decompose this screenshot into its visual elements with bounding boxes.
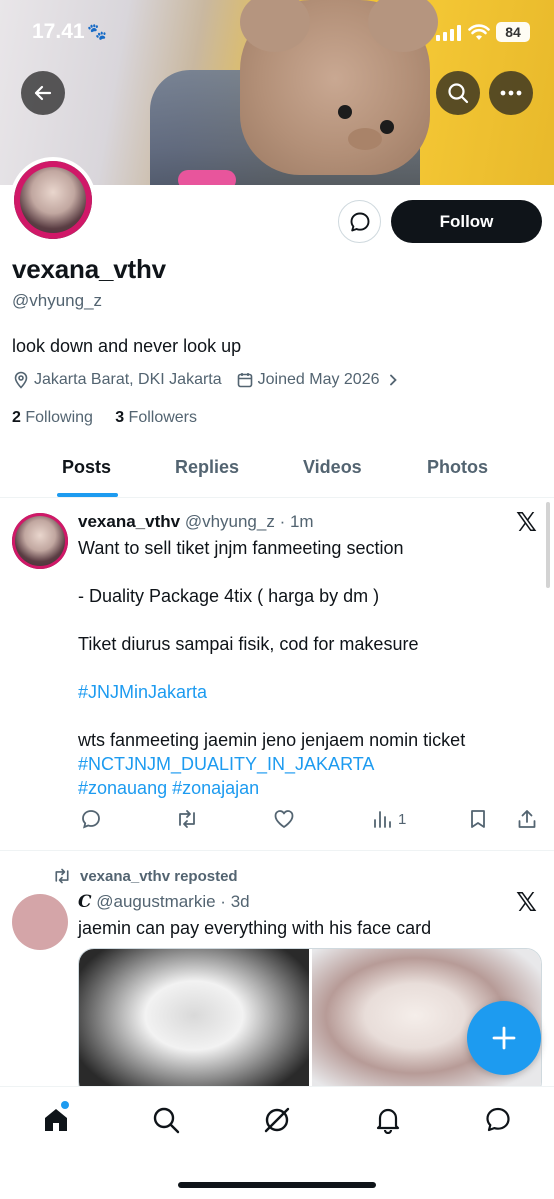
search-icon bbox=[448, 83, 469, 104]
followers-link[interactable]: 3 Followers bbox=[115, 409, 197, 426]
repost-button[interactable] bbox=[175, 808, 199, 830]
x-logo-icon: 𝕏 bbox=[516, 888, 537, 918]
tweet-line: wts fanmeeting jaemin jeno jenjaem nomin… bbox=[78, 730, 466, 750]
profile-handle: @vhyung_z bbox=[12, 291, 103, 310]
chevron-right-icon bbox=[389, 374, 397, 386]
hashtag-link[interactable]: #zonajajan bbox=[172, 778, 259, 798]
tweet-author-handle[interactable]: @augustmarkie bbox=[96, 892, 215, 911]
media-photo[interactable] bbox=[79, 949, 312, 1097]
profile-bio: look down and never look up bbox=[12, 336, 242, 356]
tab-replies[interactable]: Replies bbox=[175, 457, 239, 478]
x-logo-icon: 𝕏 bbox=[516, 508, 537, 538]
tweet-time[interactable]: 1m bbox=[290, 512, 314, 531]
hashtag-link[interactable]: #zonauang bbox=[78, 778, 167, 798]
tweet-line: Want to sell tiket jnjm fanmeeting secti… bbox=[78, 538, 404, 558]
location-item: Jakarta Barat, DKI Jakarta bbox=[12, 371, 222, 389]
hashtag-link[interactable]: #JNJMinJakarta bbox=[78, 680, 538, 704]
tweet-divider bbox=[0, 850, 554, 851]
share-button[interactable] bbox=[516, 808, 538, 830]
repost-indicator[interactable]: vexana_vthv reposted bbox=[52, 867, 238, 885]
following-count: 2 bbox=[12, 409, 21, 426]
profile-meta: Jakarta Barat, DKI Jakarta Joined May 20… bbox=[12, 371, 418, 389]
tab-posts[interactable]: Posts bbox=[62, 457, 111, 478]
tweet-header: 𝑪 @augustmarkie · 3d bbox=[78, 892, 250, 912]
location-text: Jakarta Barat, DKI Jakarta bbox=[34, 371, 222, 388]
status-time: 17.41 bbox=[32, 20, 85, 43]
tweet-avatar[interactable] bbox=[12, 894, 68, 950]
follow-counts: 2 Following 3 Followers bbox=[12, 409, 197, 427]
tweet-avatar[interactable] bbox=[12, 513, 68, 569]
calendar-icon bbox=[237, 373, 252, 388]
chat-bubble-icon bbox=[350, 212, 369, 231]
nav-grok[interactable] bbox=[260, 1103, 294, 1137]
message-button[interactable] bbox=[338, 200, 381, 243]
active-tab-indicator bbox=[57, 493, 118, 497]
home-icon bbox=[45, 1109, 67, 1131]
tweet-line: - Duality Package 4tix ( harga by dm ) bbox=[78, 586, 380, 606]
following-link[interactable]: 2 Following bbox=[12, 409, 93, 426]
back-button[interactable] bbox=[21, 71, 65, 115]
bookmark-icon bbox=[471, 810, 485, 828]
banner-pink-object bbox=[178, 170, 236, 185]
bookmark-button[interactable] bbox=[467, 808, 489, 830]
search-button[interactable] bbox=[436, 71, 480, 115]
more-dots-icon bbox=[500, 90, 522, 96]
tab-photos[interactable]: Photos bbox=[427, 457, 488, 478]
more-options-button[interactable] bbox=[489, 71, 533, 115]
tweet-text[interactable]: jaemin can pay everything with his face … bbox=[78, 916, 538, 940]
profile-avatar[interactable] bbox=[10, 157, 96, 243]
signal-icon bbox=[436, 25, 461, 41]
tweet-author-handle[interactable]: @vhyung_z bbox=[185, 512, 275, 531]
views-count: 1 bbox=[398, 810, 407, 828]
search-icon bbox=[153, 1107, 180, 1134]
repost-label: vexana_vthv reposted bbox=[80, 867, 238, 885]
paw-icon: 🐾 bbox=[87, 24, 107, 41]
repost-icon bbox=[55, 868, 69, 884]
bottom-navigation bbox=[0, 1086, 554, 1199]
location-pin-icon bbox=[14, 371, 28, 389]
reply-button[interactable] bbox=[80, 808, 102, 830]
profile-tabs: Posts Replies Videos Photos bbox=[0, 447, 554, 498]
tweet-author-name[interactable]: 𝑪 bbox=[78, 892, 92, 912]
tweet-actions: 1 bbox=[78, 808, 542, 834]
compose-button[interactable] bbox=[467, 1001, 541, 1075]
scrollbar[interactable] bbox=[546, 502, 550, 588]
home-indicator bbox=[178, 1182, 376, 1188]
tweet-text[interactable]: Want to sell tiket jnjm fanmeeting secti… bbox=[78, 536, 538, 800]
like-button[interactable] bbox=[273, 808, 295, 830]
joined-item[interactable]: Joined May 2026 bbox=[236, 371, 404, 389]
tweet-time[interactable]: 3d bbox=[231, 892, 250, 911]
heart-icon bbox=[274, 810, 294, 828]
display-name: vexana_vthv bbox=[12, 254, 166, 284]
wifi-icon bbox=[468, 24, 490, 40]
followers-label: Followers bbox=[128, 409, 198, 426]
bell-icon bbox=[376, 1108, 400, 1134]
nav-messages[interactable] bbox=[481, 1103, 515, 1137]
battery-indicator: 84 bbox=[496, 22, 530, 42]
tab-videos[interactable]: Videos bbox=[303, 457, 362, 478]
tweet-line: Tiket diurus sampai fisik, cod for makes… bbox=[78, 634, 419, 654]
messages-icon bbox=[486, 1107, 510, 1132]
grok-icon bbox=[264, 1107, 290, 1133]
arrow-left-icon bbox=[34, 85, 52, 101]
plus-icon bbox=[492, 1026, 516, 1050]
tweet-header: vexana_vthv @vhyung_z · 1m bbox=[78, 512, 314, 531]
tweet-author-name[interactable]: vexana_vthv bbox=[78, 512, 180, 531]
notification-dot bbox=[61, 1101, 69, 1109]
followers-count: 3 bbox=[115, 409, 125, 426]
following-label: Following bbox=[25, 409, 93, 426]
nav-home[interactable] bbox=[39, 1101, 73, 1137]
status-bar: 17.41 🐾 84 bbox=[0, 0, 554, 66]
views-chart-icon bbox=[374, 811, 391, 828]
follow-button[interactable]: Follow bbox=[391, 200, 542, 243]
reply-icon bbox=[82, 810, 100, 829]
nav-notifications[interactable] bbox=[371, 1103, 405, 1137]
repost-icon bbox=[179, 810, 195, 828]
share-icon bbox=[518, 810, 536, 828]
hashtag-link[interactable]: #NCTJNJM_DUALITY_IN_JAKARTA bbox=[78, 752, 538, 776]
joined-text: Joined May 2026 bbox=[257, 371, 380, 388]
views-button[interactable]: 1 bbox=[372, 808, 406, 830]
nav-search[interactable] bbox=[149, 1103, 183, 1137]
